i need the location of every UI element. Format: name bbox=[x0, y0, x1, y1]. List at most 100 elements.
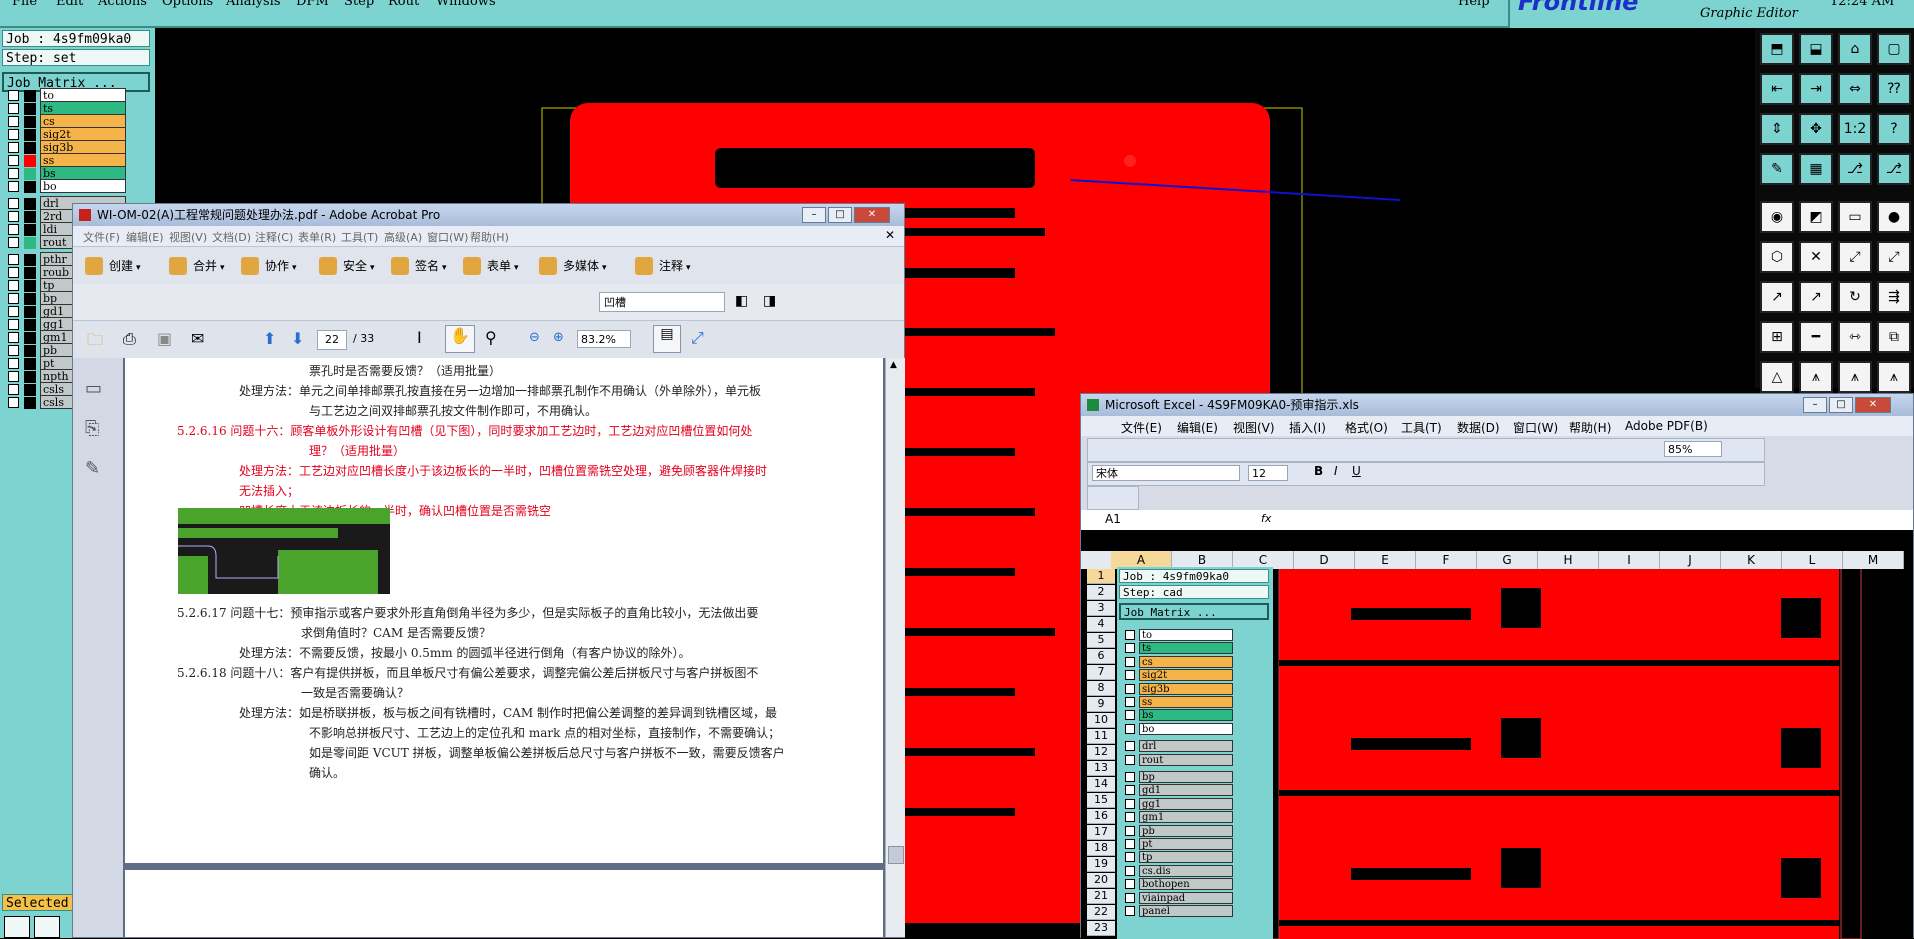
layer-checkbox[interactable] bbox=[8, 345, 19, 356]
acrobat-tool-button[interactable]: 创建 ▾ bbox=[85, 255, 141, 277]
menu-windows[interactable]: Windows bbox=[436, 0, 496, 9]
triangle-icon[interactable]: △ bbox=[1760, 361, 1794, 393]
angle2-icon[interactable]: ⩚ bbox=[1838, 361, 1872, 393]
menu-options[interactable]: Options bbox=[162, 0, 213, 9]
menu-rout[interactable]: Rout bbox=[388, 0, 419, 9]
measure-icon[interactable]: ▭ bbox=[1838, 201, 1872, 233]
row-header[interactable]: 11 bbox=[1087, 729, 1115, 744]
row-header[interactable]: 21 bbox=[1087, 889, 1115, 904]
select-text-icon[interactable]: I bbox=[417, 328, 422, 347]
layer-name[interactable]: ss bbox=[40, 153, 126, 167]
zoom-in-icon[interactable]: ⊕ bbox=[553, 330, 564, 345]
resize2-icon[interactable]: ⤢ bbox=[1877, 241, 1911, 273]
layer-checkbox[interactable] bbox=[8, 319, 19, 330]
page-up-icon[interactable]: ⬆ bbox=[263, 329, 276, 348]
rotate-icon[interactable]: ↻ bbox=[1838, 281, 1872, 313]
excel-menu-item[interactable]: 数据(D) bbox=[1457, 419, 1500, 436]
menu-file[interactable]: File bbox=[12, 0, 37, 9]
snap-icon[interactable]: ⊞ bbox=[1760, 321, 1794, 353]
column-header[interactable]: H bbox=[1538, 551, 1599, 569]
excel-menu-item[interactable]: Adobe PDF(B) bbox=[1625, 419, 1708, 433]
open-folder-icon[interactable]: 🗀 bbox=[87, 329, 103, 356]
menu-analysis[interactable]: Analysis bbox=[226, 0, 281, 9]
arc-icon[interactable]: ↗ bbox=[1799, 281, 1833, 313]
acrobat-menu-item[interactable]: 编辑(E) bbox=[126, 229, 164, 245]
acrobat-menu-item[interactable]: 注释(C) bbox=[255, 229, 293, 245]
layer-checkbox[interactable] bbox=[8, 237, 19, 248]
fit-width-icon[interactable]: ▤ bbox=[653, 325, 681, 353]
zoom-dropdown[interactable]: 85% bbox=[1664, 441, 1722, 457]
row-header[interactable]: 7 bbox=[1087, 665, 1115, 680]
acrobat-menu-item[interactable]: 高级(A) bbox=[384, 229, 422, 245]
column-header[interactable]: L bbox=[1782, 551, 1843, 569]
page-down-icon[interactable]: ⬇ bbox=[291, 329, 304, 348]
window-icon[interactable]: ▢ bbox=[1877, 33, 1911, 65]
layer-checkbox[interactable] bbox=[8, 306, 19, 317]
cross-tool-icon[interactable] bbox=[34, 916, 60, 938]
layer-checkbox[interactable] bbox=[8, 168, 19, 179]
close-doc-icon[interactable]: ✕ bbox=[885, 228, 895, 242]
maximize-icon[interactable]: □ bbox=[1829, 397, 1853, 413]
row-header[interactable]: 3 bbox=[1087, 601, 1115, 616]
row-header[interactable]: 17 bbox=[1087, 825, 1115, 840]
acrobat-tool-button[interactable]: 协作 ▾ bbox=[241, 255, 297, 277]
excel-menu-item[interactable]: 文件(E) bbox=[1121, 419, 1162, 436]
zoom-tool-icon[interactable]: ⚲ bbox=[485, 328, 497, 347]
layer-name[interactable]: ts bbox=[40, 101, 126, 115]
dot-icon[interactable]: ● bbox=[1877, 201, 1911, 233]
layer-row[interactable]: cs bbox=[6, 114, 126, 128]
layer-row[interactable]: ss bbox=[6, 153, 126, 167]
pan-left-icon[interactable]: ⇤ bbox=[1760, 73, 1794, 105]
row-header[interactable]: 18 bbox=[1087, 841, 1115, 856]
print-icon[interactable]: ⎙ bbox=[123, 329, 136, 349]
zoom-tool-icon[interactable] bbox=[4, 916, 30, 938]
hline-icon[interactable]: ━ bbox=[1799, 321, 1833, 353]
zoom-home-icon[interactable]: ⬒ bbox=[1760, 33, 1794, 65]
italic-icon[interactable]: I bbox=[1334, 464, 1338, 478]
font-name-dropdown[interactable]: 宋体 bbox=[1092, 465, 1240, 481]
search-next-icon[interactable]: ◨ bbox=[763, 293, 776, 309]
menu-step[interactable]: Step bbox=[344, 0, 374, 9]
stretch-icon[interactable]: ⇿ bbox=[1838, 321, 1872, 353]
cross-icon[interactable]: ✕ bbox=[1799, 241, 1833, 273]
email-icon[interactable]: ✉ bbox=[191, 329, 204, 348]
layer-checkbox[interactable] bbox=[8, 181, 19, 192]
row-header[interactable]: 2 bbox=[1087, 585, 1115, 600]
acrobat-menu-item[interactable]: 表单(R) bbox=[298, 229, 336, 245]
column-header[interactable]: J bbox=[1660, 551, 1721, 569]
row-header[interactable]: 13 bbox=[1087, 761, 1115, 776]
acrobat-tool-button[interactable]: 合并 ▾ bbox=[169, 255, 225, 277]
pad-icon[interactable]: ◉ bbox=[1760, 201, 1794, 233]
row-header[interactable]: 1 bbox=[1087, 569, 1115, 584]
column-header[interactable]: F bbox=[1416, 551, 1477, 569]
close-icon[interactable]: ✕ bbox=[854, 207, 890, 223]
layer-checkbox[interactable] bbox=[8, 155, 19, 166]
column-header[interactable]: G bbox=[1477, 551, 1538, 569]
layer-checkbox[interactable] bbox=[8, 358, 19, 369]
attachments-icon[interactable]: ⎘ bbox=[85, 418, 99, 439]
help-icon[interactable]: ⁇ bbox=[1877, 73, 1911, 105]
line-icon[interactable]: ↗ bbox=[1760, 281, 1794, 313]
minimize-icon[interactable]: – bbox=[1803, 397, 1827, 413]
column-header[interactable]: K bbox=[1721, 551, 1782, 569]
layer-row[interactable]: sig2t bbox=[6, 127, 126, 141]
signatures-icon[interactable]: ✎ bbox=[85, 458, 100, 479]
layer-checkbox[interactable] bbox=[8, 293, 19, 304]
select-area-icon[interactable]: ◩ bbox=[1799, 201, 1833, 233]
acrobat-menu-item[interactable]: 帮助(H) bbox=[470, 229, 509, 245]
menu-help[interactable]: Help bbox=[1458, 0, 1490, 9]
layer-checkbox[interactable] bbox=[8, 254, 19, 265]
fit-page-icon[interactable]: ⤢ bbox=[691, 328, 704, 348]
layer-checkbox[interactable] bbox=[8, 397, 19, 408]
excel-titlebar[interactable]: Microsoft Excel - 4S9FM09KA0-预审指示.xls – … bbox=[1081, 394, 1913, 416]
layer-checkbox[interactable] bbox=[8, 371, 19, 382]
layer-name[interactable]: sig3b bbox=[40, 140, 126, 154]
acrobat-tool-button[interactable]: 安全 ▾ bbox=[319, 255, 375, 277]
grid-icon[interactable]: ▦ bbox=[1799, 153, 1833, 185]
select-all-corner[interactable] bbox=[1081, 551, 1112, 569]
row-header[interactable]: 14 bbox=[1087, 777, 1115, 792]
acrobat-tool-button[interactable]: 签名 ▾ bbox=[391, 255, 447, 277]
route-icon[interactable]: ⎇ bbox=[1838, 153, 1872, 185]
zoom-center-icon[interactable]: ✥ bbox=[1799, 113, 1833, 145]
layer-checkbox[interactable] bbox=[8, 224, 19, 235]
